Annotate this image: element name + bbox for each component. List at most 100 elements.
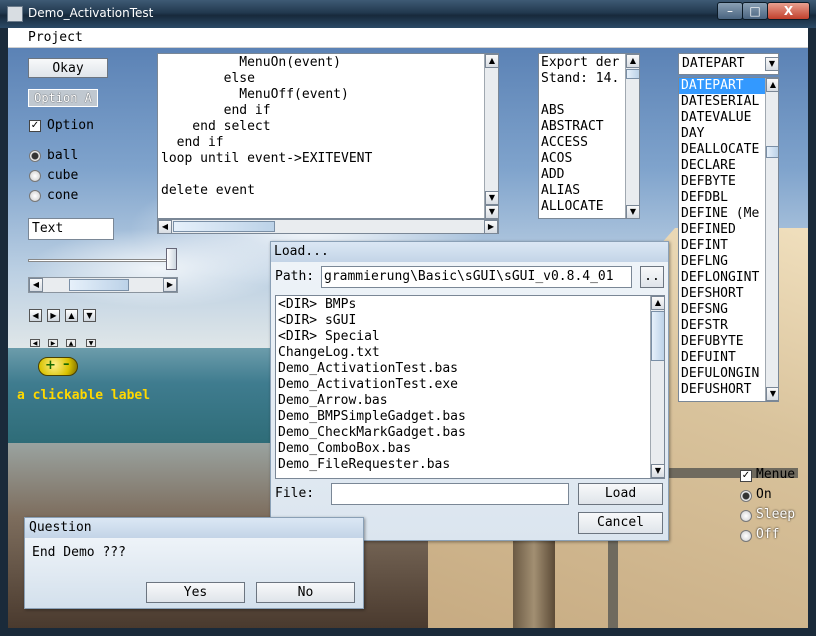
horizontal-scrollbar[interactable]: ◀ ▶ [28,277,178,293]
question-dialog-titlebar[interactable]: Question [25,518,363,538]
code-text[interactable]: MenuOn(event) else MenuOff(event) end if… [161,55,372,199]
file-name-input[interactable] [331,483,569,505]
list-item[interactable]: DEFUSHORT [679,382,765,398]
scroll-thumb[interactable] [173,221,275,232]
keyword-vertical-scrollbar[interactable]: ▲ ▼ [765,78,778,401]
code-horizontal-scrollbar[interactable]: ◀ ▶ [157,219,499,234]
scroll-left-arrow-icon[interactable]: ◀ [158,220,172,234]
list-item[interactable]: DEFDBL [679,190,765,206]
option-a-button[interactable]: Option A [28,89,98,107]
option-checkbox[interactable]: ✓ [29,120,41,132]
list-item[interactable]: DEFSNG [679,302,765,318]
list-item[interactable]: DATEVALUE [679,110,765,126]
radio-on[interactable] [740,490,752,502]
file-list-item[interactable]: Demo_FileRequester.bas [278,457,466,473]
scroll-up-arrow-icon[interactable]: ▲ [766,78,778,92]
cancel-button[interactable]: Cancel [578,512,663,534]
file-list-item[interactable]: ChangeLog.txt [278,345,466,361]
small-arrow-up-icon[interactable]: ▲ [66,339,76,347]
file-list-item[interactable]: Demo_ActivationTest.bas [278,361,466,377]
question-dialog[interactable]: Question End Demo ??? Yes No [24,517,364,609]
radio-ball[interactable] [29,150,41,162]
scroll-thumb[interactable] [651,311,664,361]
file-list-item[interactable]: <DIR> sGUI [278,313,466,329]
file-list-item[interactable]: <DIR> Special [278,329,466,345]
clickable-label[interactable]: a clickable label [17,388,150,403]
list-item[interactable]: DEFINT [679,238,765,254]
list-item[interactable]: DEALLOCATE [679,142,765,158]
menu-project[interactable]: Project [28,30,83,45]
file-list-item[interactable]: Demo_BMPSimpleGadget.bas [278,409,466,425]
scroll-right-arrow-icon[interactable]: ▶ [163,278,177,292]
arrow-right-icon[interactable]: ▶ [47,309,60,322]
list-item[interactable]: DATESERIAL [679,94,765,110]
scroll-up-arrow-icon[interactable]: ▲ [651,296,664,310]
slider-track[interactable] [28,259,173,262]
list-item[interactable]: DEFLONGINT [679,270,765,286]
browse-parent-button[interactable]: .. [640,266,664,288]
scroll-thumb[interactable] [626,69,639,79]
radio-off[interactable] [740,530,752,542]
list-item[interactable]: DEFLNG [679,254,765,270]
file-list[interactable]: <DIR> BMPs <DIR> sGUI <DIR> Special Chan… [275,295,665,479]
file-list-item[interactable]: <DIR> BMPs [278,297,466,313]
load-button[interactable]: Load [578,483,663,505]
close-button[interactable]: X [767,2,810,20]
text-input[interactable]: Text [28,218,114,240]
code-editor[interactable]: MenuOn(event) else MenuOff(event) end if… [157,53,499,219]
minimize-button[interactable]: – [717,2,743,20]
file-list-item[interactable]: Demo_Arrow.bas [278,393,466,409]
scroll-thumb[interactable] [69,279,129,291]
small-arrow-down-icon[interactable]: ▼ [86,339,96,347]
scroll-thumb[interactable] [766,146,778,158]
list-item[interactable]: DEFSTR [679,318,765,334]
title-bar[interactable]: Demo_ActivationTest – □ X [0,0,816,28]
no-button[interactable]: No [256,582,355,603]
radio-sleep[interactable] [740,510,752,522]
list-item[interactable]: DEFINED [679,222,765,238]
list-item[interactable]: DEFBYTE [679,174,765,190]
list-item[interactable]: DEFULONGIN [679,366,765,382]
slider-thumb[interactable] [166,248,177,270]
file-list-item[interactable]: Demo_CheckMarkGadget.bas [278,425,466,441]
scroll-down-arrow-icon[interactable]: ▼ [651,464,664,478]
okay-button[interactable]: Okay [28,58,108,78]
arrow-up-icon[interactable]: ▲ [65,309,78,322]
scroll-down-arrow-icon[interactable]: ▼ [485,205,498,218]
list-item[interactable]: DATEPART [679,78,765,94]
export-vertical-scrollbar[interactable]: ▲ ▼ [625,54,639,218]
radio-cone[interactable] [29,190,41,202]
list-item[interactable]: DEFINE (Me [679,206,765,222]
export-text-list[interactable]: Export der Stand: 14. ABS ABSTRACT ACCES… [538,53,640,219]
list-item[interactable]: DEFSHORT [679,286,765,302]
yes-button[interactable]: Yes [146,582,245,603]
chevron-down-icon[interactable]: ▼ [765,57,779,71]
keyword-combobox[interactable]: DATEPART ▼ [678,53,779,75]
arrow-left-icon[interactable]: ◀ [29,309,42,322]
code-vertical-scrollbar[interactable]: ▲ ▼ ▼ [484,54,498,218]
scroll-up-arrow-icon[interactable]: ▲ [626,54,639,68]
scroll-up-arrow-icon[interactable]: ▲ [485,54,498,68]
maximize-button[interactable]: □ [742,2,768,20]
small-arrow-left-icon[interactable]: ◀ [30,339,40,347]
scroll-down-arrow-icon[interactable]: ▼ [766,387,778,401]
list-item[interactable]: DAY [679,126,765,142]
path-input[interactable]: grammierung\Basic\sGUI\sGUI_v0.8.4_01 [321,266,632,288]
menue-checkbox[interactable]: ✓ [740,470,752,482]
file-list-item[interactable]: Demo_ActivationTest.exe [278,377,466,393]
file-list-vertical-scrollbar[interactable]: ▲ ▼ [650,296,664,478]
arrow-down-icon[interactable]: ▼ [83,309,96,322]
load-dialog-titlebar[interactable]: Load... [271,242,668,262]
scroll-down-arrow-icon[interactable]: ▼ [626,205,639,218]
scroll-right-arrow-icon[interactable]: ▶ [484,220,498,234]
radio-cube[interactable] [29,170,41,182]
list-item[interactable]: DEFUBYTE [679,334,765,350]
scroll-left-arrow-icon[interactable]: ◀ [29,278,43,292]
file-list-item[interactable]: Demo_ComboBox.bas [278,441,466,457]
load-dialog[interactable]: Load... Path: grammierung\Basic\sGUI\sGU… [270,241,669,541]
list-item[interactable]: DEFUINT [679,350,765,366]
plus-minus-button[interactable]: + – [38,357,78,376]
scroll-down-arrow-icon[interactable]: ▼ [485,191,498,205]
small-arrow-right-icon[interactable]: ▶ [48,339,58,347]
keyword-list[interactable]: DATEPART DATESERIAL DATEVALUE DAY DEALLO… [678,77,779,402]
